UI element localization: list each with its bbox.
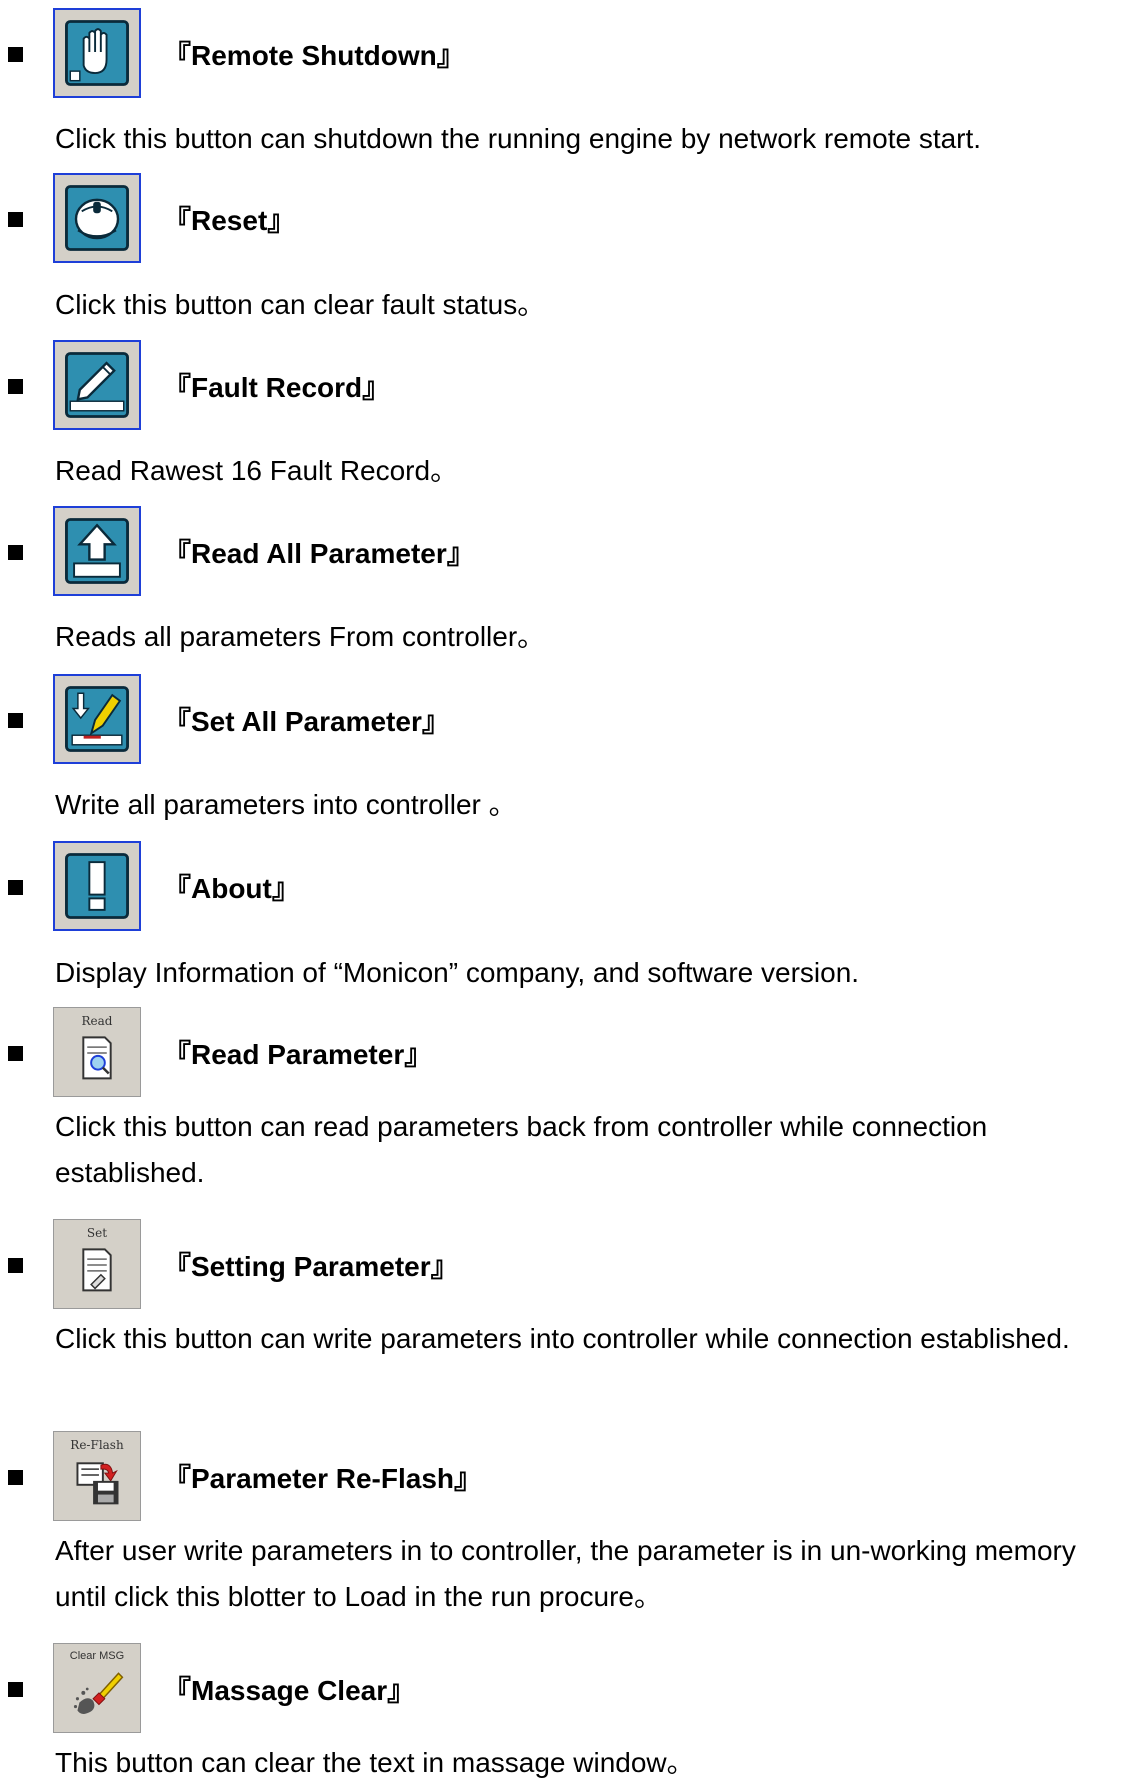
item-description: Click this button can clear fault status…	[55, 289, 546, 320]
massage-clear-button[interactable]: Clear MSG	[53, 1643, 141, 1733]
item-title: 『Setting Parameter』	[163, 1251, 459, 1282]
item-description: Display Information of “Monicon” company…	[55, 957, 860, 988]
item-title: 『Read All Parameter』	[163, 538, 475, 569]
item-description: After user write parameters in to contro…	[55, 1535, 1076, 1612]
bullet-icon	[8, 713, 23, 728]
item-title: 『Reset』	[163, 205, 296, 236]
bullet-icon	[8, 379, 23, 394]
item-title: 『About』	[163, 873, 300, 904]
bullet-icon	[8, 212, 23, 227]
clear-msg-brush-icon	[73, 1672, 124, 1714]
item-description: Write all parameters into controller 。	[55, 789, 517, 820]
reset-button[interactable]	[53, 173, 141, 263]
hand-stop-icon	[65, 20, 129, 86]
item-description: Click this button can read parameters ba…	[55, 1111, 988, 1188]
item-title: 『Fault Record』	[163, 372, 391, 403]
parameter-re-flash-button[interactable]: Re-Flash	[53, 1431, 141, 1521]
item-title: 『Massage Clear』	[163, 1675, 416, 1706]
bullet-icon	[8, 1258, 23, 1273]
bullet-icon	[8, 1470, 23, 1485]
reflash-floppy-icon	[76, 1462, 119, 1505]
pencil-record-icon	[65, 352, 129, 418]
set-all-parameter-button[interactable]	[53, 674, 141, 764]
bullet-icon	[8, 545, 23, 560]
item-title: 『Parameter Re-Flash』	[163, 1463, 483, 1494]
set-doc-icon	[82, 1248, 112, 1292]
reset-mouse-icon	[65, 185, 129, 251]
item-description: Reads all parameters From controller。	[55, 621, 546, 652]
bullet-icon	[8, 880, 23, 895]
exclamation-icon	[65, 853, 129, 919]
bullet-icon	[8, 1046, 23, 1061]
download-pen-icon	[65, 686, 129, 752]
remote-shutdown-button[interactable]	[53, 8, 141, 98]
bullet-icon	[8, 1682, 23, 1697]
about-button[interactable]	[53, 841, 141, 931]
bullet-icon	[8, 47, 23, 62]
fault-record-button[interactable]	[53, 340, 141, 430]
read-doc-icon	[82, 1036, 112, 1080]
item-title: 『Set All Parameter』	[163, 706, 450, 737]
item-title: 『Read Parameter』	[163, 1039, 433, 1070]
read-all-parameter-button[interactable]	[53, 506, 141, 596]
setting-parameter-button[interactable]: Set	[53, 1219, 141, 1309]
item-description: Click this button can shutdown the runni…	[55, 123, 982, 154]
item-description: This button can clear the text in massag…	[55, 1747, 695, 1778]
read-parameter-button[interactable]: Read	[53, 1007, 141, 1097]
item-description: Click this button can write parameters i…	[55, 1323, 1070, 1354]
upload-arrow-icon	[65, 518, 129, 584]
item-title: 『Remote Shutdown』	[163, 40, 465, 71]
item-description: Read Rawest 16 Fault Record。	[55, 455, 459, 486]
